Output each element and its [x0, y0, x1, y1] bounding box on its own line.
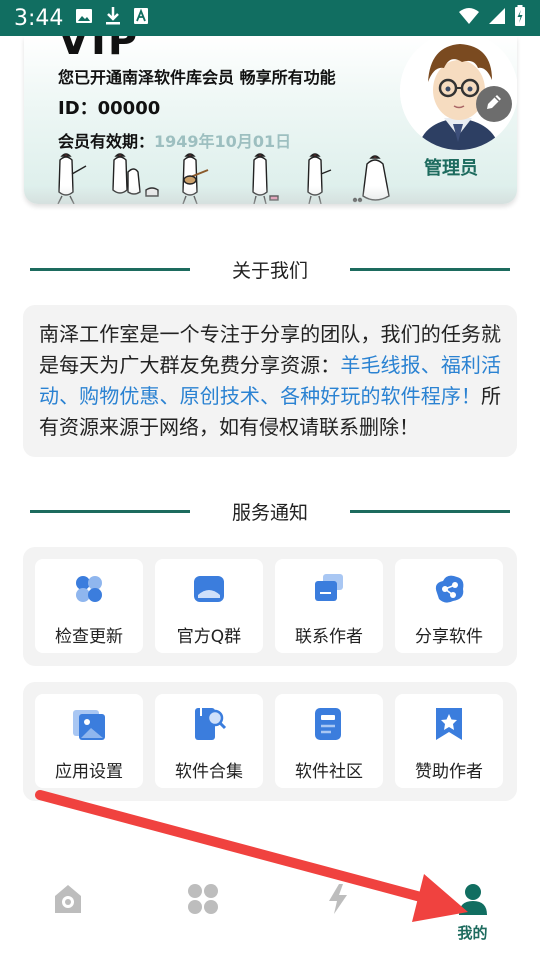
services-row-2: 应用设置 软件合集 软件社区 赞助作者	[23, 682, 517, 801]
member-id: ID：00000	[58, 98, 161, 119]
services-heading-text: 服务通知	[231, 501, 308, 524]
software-collection-button[interactable]: 软件合集	[155, 694, 263, 788]
image-settings-icon	[73, 710, 105, 740]
download-icon	[105, 6, 121, 30]
services-heading: 服务通知	[30, 496, 510, 526]
nav-tab-apps[interactable]	[135, 870, 270, 960]
document-icon	[315, 708, 341, 740]
heading-divider-left	[30, 268, 190, 271]
sponsor-author-label: 赞助作者	[415, 762, 483, 782]
status-time: 3:44	[14, 5, 64, 31]
edit-avatar-button[interactable]	[476, 86, 512, 122]
nav-tab-mine[interactable]: 我的	[405, 870, 540, 960]
vip-title: VIP	[58, 36, 140, 64]
card-bottom-shade	[24, 186, 517, 204]
lightning-icon	[328, 884, 347, 914]
vip-slogan: 您已开通南泽软件库会员 畅享所有功能	[58, 68, 336, 87]
heading-divider-left	[30, 510, 190, 513]
gallery-icon	[75, 7, 93, 29]
check-update-label: 检查更新	[55, 627, 123, 647]
grid-icon	[187, 884, 218, 914]
bottom-navigation: 我的	[0, 870, 540, 960]
status-bar: 3:44	[0, 0, 540, 36]
about-description: 南泽工作室是一个专注于分享的团队，我们的任务就是每天为广大群友免费分享资源：羊毛…	[23, 305, 517, 457]
app-settings-label: 应用设置	[55, 762, 123, 782]
vip-member-card: VIP 您已开通南泽软件库会员 畅享所有功能 ID：00000 会员有效期：19…	[24, 36, 517, 204]
share-software-label: 分享软件	[415, 627, 483, 647]
signal-icon	[488, 7, 506, 29]
software-community-label: 软件社区	[295, 762, 363, 782]
software-community-button[interactable]: 软件社区	[275, 694, 383, 788]
person-icon	[458, 884, 487, 915]
nav-tab-discover[interactable]	[270, 870, 405, 960]
camera-home-icon	[54, 885, 81, 913]
expiry-date: 1949年10月01日	[154, 132, 292, 151]
heading-divider-right	[350, 510, 510, 513]
about-heading: 关于我们	[30, 254, 510, 284]
chat-window-icon	[194, 576, 224, 602]
member-expiry: 会员有效期：1949年10月01日	[58, 128, 291, 152]
role-label: 管理员	[424, 158, 478, 179]
notification-a-icon	[133, 7, 149, 29]
official-qq-group-button[interactable]: 官方Q群	[155, 559, 263, 653]
share-cloud-icon	[435, 575, 464, 603]
message-icon	[315, 574, 343, 601]
app-settings-button[interactable]: 应用设置	[35, 694, 143, 788]
wifi-icon	[458, 7, 480, 29]
nav-tab-home[interactable]	[0, 870, 135, 960]
share-software-button[interactable]: 分享软件	[395, 559, 503, 653]
expiry-label: 会员有效期：	[58, 132, 155, 151]
heading-divider-right	[350, 268, 510, 271]
collection-search-icon	[195, 708, 227, 740]
contact-author-label: 联系作者	[295, 627, 363, 647]
star-bookmark-icon	[436, 708, 462, 740]
about-heading-text: 关于我们	[231, 259, 308, 282]
contact-author-button[interactable]: 联系作者	[275, 559, 383, 653]
battery-charging-icon	[514, 5, 526, 31]
check-update-button[interactable]: 检查更新	[35, 559, 143, 653]
official-qq-group-label: 官方Q群	[176, 627, 242, 647]
software-collection-label: 软件合集	[175, 762, 243, 782]
services-row-1: 检查更新 官方Q群 联系作者 分享软件	[23, 547, 517, 666]
clover-icon	[76, 576, 102, 602]
nav-mine-label: 我的	[457, 924, 488, 942]
sponsor-author-button[interactable]: 赞助作者	[395, 694, 503, 788]
pencil-icon	[484, 92, 504, 116]
